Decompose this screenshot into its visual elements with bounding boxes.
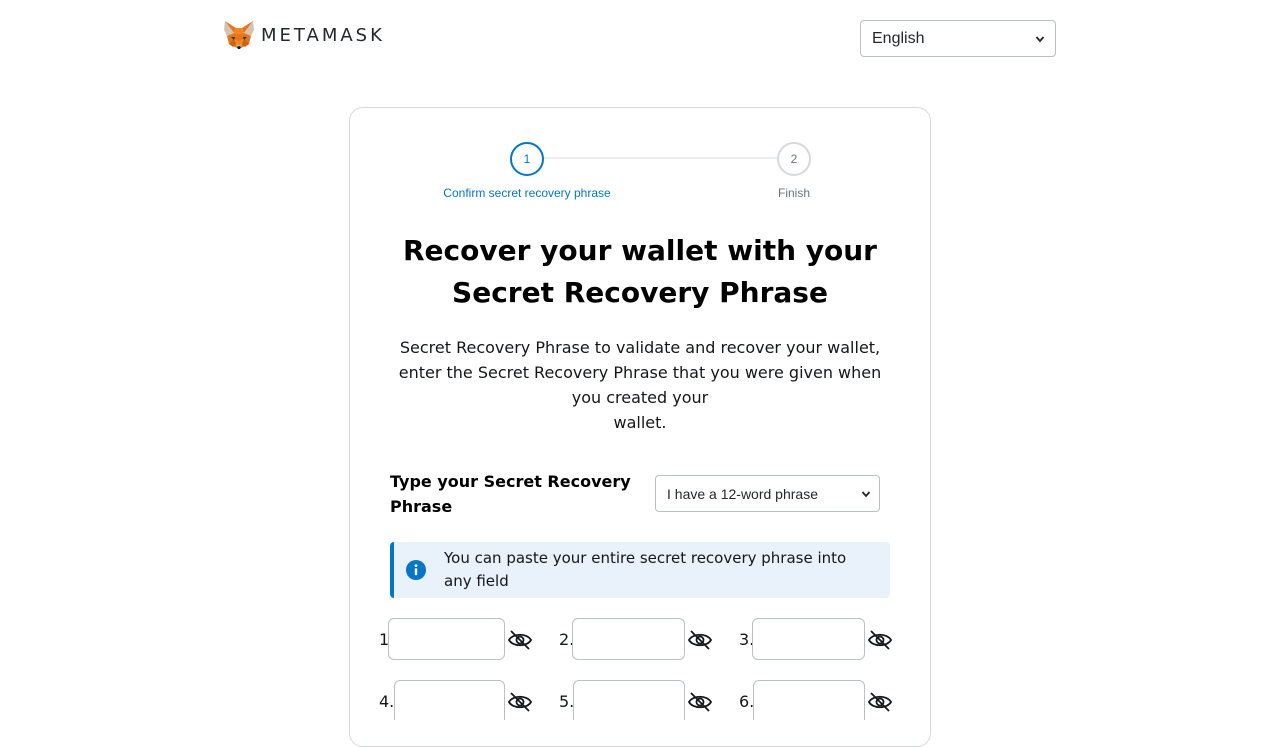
word-3-input[interactable] xyxy=(752,618,865,660)
header: METAMASK English xyxy=(0,0,1280,80)
chevron-down-icon xyxy=(1035,35,1045,42)
info-banner-text: You can paste your entire secret recover… xyxy=(444,549,847,590)
eye-slash-icon[interactable] xyxy=(867,691,893,713)
page-description: Secret Recovery Phrase to validate and r… xyxy=(390,335,890,435)
eye-slash-icon[interactable] xyxy=(867,629,893,651)
step-1-circle: 1 xyxy=(510,142,544,176)
type-phrase-label: Type your Secret Recovery Phrase xyxy=(390,472,631,516)
metamask-fox-icon xyxy=(224,21,254,49)
description-line: wallet. xyxy=(613,413,667,432)
word-5-label: 5. xyxy=(559,692,575,711)
word-6-label: 6. xyxy=(739,692,755,711)
page-title: Recover your wallet with your Secret Rec… xyxy=(390,230,890,314)
step-1-number: 1 xyxy=(523,152,531,166)
description-line: enter the Secret Recovery Phrase that yo… xyxy=(398,363,882,382)
brand-name: METAMASK xyxy=(261,24,385,46)
word-4-label: 4. xyxy=(379,692,395,711)
word-4-input[interactable] xyxy=(394,680,505,720)
metamask-logo[interactable]: METAMASK xyxy=(223,19,385,51)
word-6-input[interactable] xyxy=(753,680,865,720)
description-line: you created your xyxy=(571,388,709,407)
language-select[interactable]: English xyxy=(860,20,1056,57)
info-icon xyxy=(406,560,426,580)
phrase-length-select[interactable]: I have a 12-word phrase xyxy=(655,475,880,512)
step-2-number: 2 xyxy=(790,152,798,166)
stepper-line xyxy=(544,157,777,159)
chevron-down-icon xyxy=(861,490,871,497)
language-selected-value: English xyxy=(872,29,925,47)
step-1-label: Confirm secret recovery phrase xyxy=(443,186,611,200)
eye-slash-icon[interactable] xyxy=(687,691,713,713)
word-2-input[interactable] xyxy=(572,618,685,660)
eye-slash-icon[interactable] xyxy=(507,629,533,651)
phrase-length-selected-value: I have a 12-word phrase xyxy=(667,485,818,502)
page-title-line-2: Secret Recovery Phrase xyxy=(452,276,828,309)
word-5-input[interactable] xyxy=(573,680,685,720)
eye-slash-icon[interactable] xyxy=(687,629,713,651)
description-line: Secret Recovery Phrase to validate and r… xyxy=(399,338,881,357)
step-2-circle: 2 xyxy=(777,142,811,176)
page-title-line-1: Recover your wallet with your xyxy=(402,234,877,267)
info-banner: You can paste your entire secret recover… xyxy=(390,542,890,598)
eye-slash-icon[interactable] xyxy=(507,691,533,713)
word-1-input[interactable] xyxy=(388,618,505,660)
step-2-label: Finish xyxy=(777,186,811,200)
